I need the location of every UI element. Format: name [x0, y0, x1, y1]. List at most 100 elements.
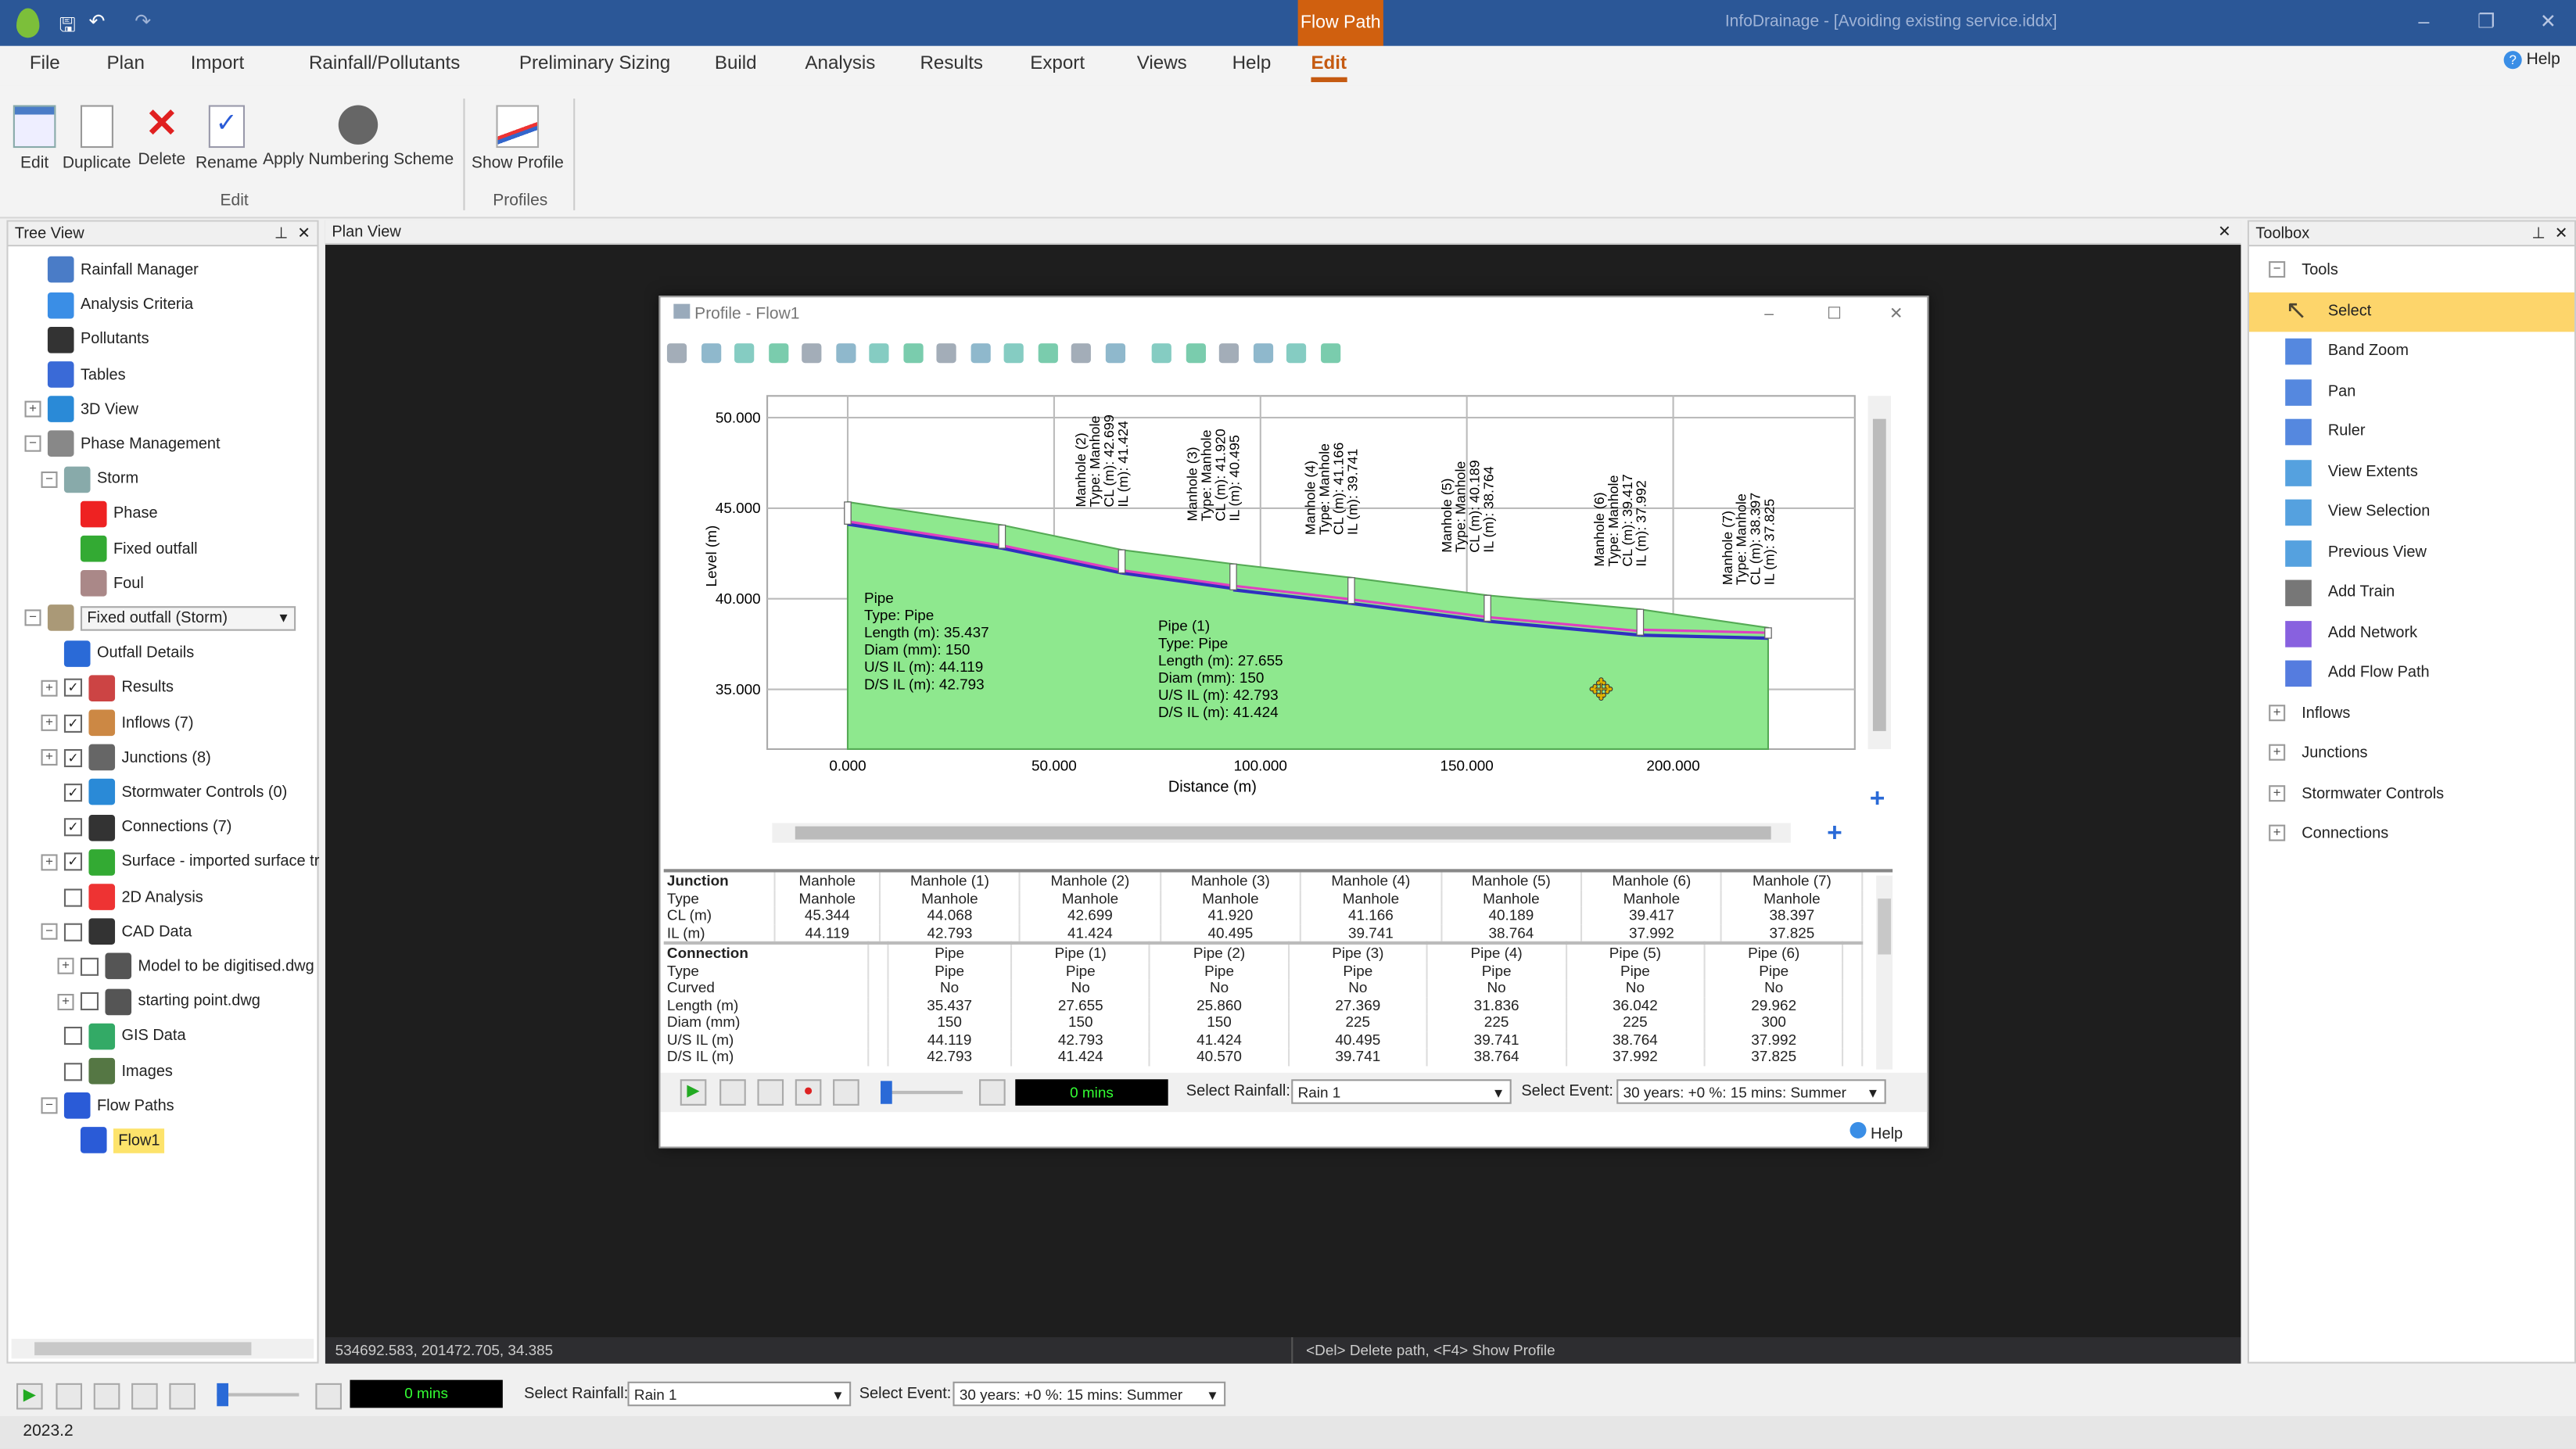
stop-button[interactable] [719, 1079, 746, 1106]
tree-item[interactable]: Outfall Details [25, 638, 194, 671]
checkbox[interactable] [63, 1027, 83, 1046]
tool-view-extents[interactable]: View Extents [2249, 453, 2574, 492]
manhole-shaft[interactable] [1636, 608, 1645, 636]
3d-view-icon[interactable] [902, 343, 923, 364]
delete-button[interactable]: ✕ Delete [138, 104, 185, 169]
toolbox-section-connections[interactable]: + Connections [2249, 815, 2574, 854]
collapse-icon[interactable]: − [24, 610, 41, 627]
pause-button[interactable] [93, 1383, 120, 1410]
manhole-shaft[interactable] [1347, 577, 1355, 604]
tree-item[interactable]: GIS Data [25, 1020, 186, 1053]
checkbox[interactable] [63, 1062, 83, 1081]
checkbox[interactable]: ✓ [63, 853, 83, 872]
tool-add-flow-path[interactable]: Add Flow Path [2249, 654, 2574, 693]
select-icon[interactable] [666, 343, 687, 364]
tool-add-train[interactable]: Add Train [2249, 573, 2574, 612]
tree-item[interactable]: Fixed outfall [25, 533, 198, 566]
pan-icon[interactable] [734, 343, 755, 364]
tree-item[interactable]: Phase [25, 498, 158, 531]
slider-thumb[interactable] [217, 1383, 229, 1407]
chart-a-icon[interactable] [1104, 343, 1125, 364]
expand-icon[interactable]: + [41, 854, 58, 871]
profile-chart[interactable]: 0.000 50.000 100.000 150.000 200.000 50.000 45… [661, 376, 1928, 869]
menu-build[interactable]: Build [715, 54, 757, 74]
tool-previous-view[interactable]: Previous View [2249, 533, 2574, 572]
checkbox[interactable]: ✓ [63, 679, 83, 698]
menu-export[interactable]: Export [1030, 54, 1085, 74]
layer-icon[interactable] [970, 343, 990, 364]
minimize-button[interactable]: – [1764, 297, 1774, 333]
text-icon[interactable] [1218, 343, 1240, 364]
close-icon[interactable]: ✕ [2218, 221, 2231, 246]
toolbox-section-stormwater-controls[interactable]: + Stormwater Controls [2249, 775, 2574, 814]
toolbox-section-tools[interactable]: − Tools [2249, 251, 2574, 290]
tree-item[interactable]: Pollutants [25, 325, 149, 357]
checkbox[interactable]: ✓ [63, 784, 83, 802]
rainfall-select[interactable]: Rain 1 ▼ [1291, 1079, 1512, 1104]
manhole-shaft[interactable] [998, 524, 1006, 549]
menu-rainfall-pollutants[interactable]: Rainfall/Pollutants [309, 54, 460, 74]
undo-icon[interactable]: ↶ [88, 10, 105, 33]
expand-icon[interactable]: + [2269, 825, 2286, 842]
close-button[interactable]: ✕ [2540, 10, 2556, 33]
save-icon[interactable]: 🖫 [59, 10, 77, 45]
tree-item[interactable]: − Phase Management [24, 429, 221, 461]
tree-item[interactable]: Flow1 [25, 1125, 165, 1158]
expand-icon[interactable]: + [2269, 785, 2286, 802]
manhole-shaft[interactable] [1764, 627, 1772, 639]
checkbox[interactable]: ✓ [63, 818, 83, 837]
manhole-shaft[interactable] [1229, 563, 1237, 590]
labels-icon[interactable] [1037, 343, 1057, 364]
end-button[interactable] [979, 1079, 1006, 1106]
tree-item[interactable]: Rainfall Manager [25, 255, 199, 288]
redo-icon[interactable]: ↷ [135, 10, 151, 33]
maximize-button[interactable]: ☐ [1827, 297, 1842, 333]
tool-view-selection[interactable]: View Selection [2249, 493, 2574, 532]
tree-item[interactable]: + ✓ Surface - imported surface tr [25, 847, 320, 880]
grid-lines-icon[interactable] [1003, 343, 1024, 364]
manhole-shaft[interactable] [1484, 594, 1491, 622]
horizontal-scrollbar[interactable] [11, 1339, 314, 1359]
manhole-shaft[interactable] [844, 501, 852, 525]
expand-icon[interactable]: + [24, 401, 41, 418]
3d-box-icon[interactable] [869, 343, 889, 364]
menu-plan[interactable]: Plan [107, 54, 145, 74]
stop-button[interactable] [56, 1383, 83, 1410]
checkbox[interactable] [63, 888, 83, 906]
checkbox[interactable]: ✓ [63, 748, 83, 767]
manhole-shaft[interactable] [1118, 549, 1126, 574]
expand-icon[interactable]: + [41, 680, 58, 697]
zoom-in-icon[interactable]: + [1827, 819, 1842, 848]
play-button[interactable]: ▶ [680, 1079, 707, 1106]
checkbox[interactable] [80, 992, 99, 1011]
tree-item[interactable]: Images [25, 1056, 173, 1089]
level-icon[interactable] [936, 343, 956, 364]
pause-button[interactable] [757, 1079, 784, 1106]
pin-icon[interactable]: ⊥ [2531, 222, 2545, 247]
time-slider[interactable] [217, 1383, 300, 1407]
apply-numbering-scheme-button[interactable]: Apply Numbering Scheme [263, 105, 454, 169]
time-slider[interactable] [881, 1081, 963, 1104]
chevron-down-icon[interactable]: ▾ [275, 609, 287, 627]
expand-icon[interactable]: + [57, 958, 74, 975]
zoom-in-icon[interactable]: + [1870, 784, 1885, 812]
tree-item[interactable]: Analysis Criteria [25, 289, 194, 322]
rewind-button[interactable] [833, 1079, 859, 1106]
close-icon[interactable]: ✕ [2555, 222, 2568, 247]
tree-item[interactable]: + ✓ Inflows (7) [25, 708, 194, 741]
close-button[interactable]: ✕ [1889, 297, 1903, 333]
tree-item[interactable]: + Model to be digitised.dwg [25, 951, 314, 984]
rotate-right-icon[interactable] [835, 343, 856, 364]
tree-item[interactable]: ✓ Stormwater Controls (0) [25, 777, 288, 810]
collapse-icon[interactable]: − [41, 1097, 58, 1114]
menu-help[interactable]: Help [1232, 54, 1272, 74]
expand-icon[interactable]: + [57, 993, 74, 1010]
tree-item[interactable]: Tables [25, 359, 126, 392]
slider-thumb[interactable] [881, 1081, 892, 1104]
tree-item[interactable]: 2D Analysis [25, 881, 203, 914]
rotate-left-icon[interactable] [802, 343, 822, 364]
menu-edit[interactable]: Edit [1311, 54, 1347, 83]
scroll-thumb[interactable] [1878, 898, 1892, 955]
scroll-thumb[interactable] [1872, 418, 1886, 731]
tree-item[interactable]: ✓ Connections (7) [25, 812, 232, 845]
